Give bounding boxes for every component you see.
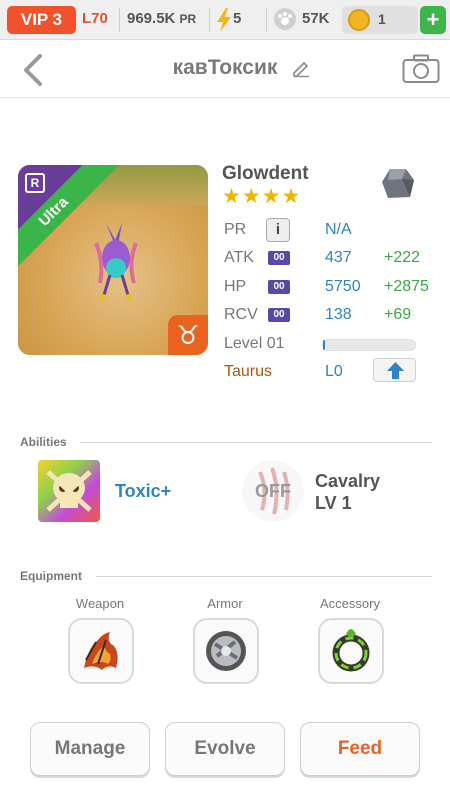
pencil-icon[interactable] bbox=[291, 58, 311, 78]
green-ring-icon bbox=[332, 629, 370, 672]
fire-claw-icon bbox=[84, 632, 118, 670]
pr-value: N/A bbox=[325, 221, 352, 238]
add-coins-button[interactable]: + bbox=[420, 6, 446, 34]
up-arrow-icon bbox=[387, 362, 404, 379]
abilities-header: Abilities bbox=[20, 435, 67, 449]
equipment-header: Equipment bbox=[20, 569, 82, 583]
rcv-bonus: +69 bbox=[384, 306, 412, 323]
hp-level-badge: 00 bbox=[268, 280, 290, 294]
camera-icon[interactable] bbox=[402, 54, 440, 84]
rank-badge: R bbox=[25, 173, 45, 193]
lightning-icon bbox=[217, 8, 231, 32]
divider bbox=[266, 8, 267, 32]
xp-progress-bar bbox=[322, 339, 416, 351]
pr-value: 969.5K bbox=[127, 10, 176, 27]
manage-button[interactable]: Manage bbox=[30, 722, 150, 776]
resource-bar: VIP 3 L70 969.5K PR 5 57K 1 + bbox=[0, 0, 450, 40]
monster-name: Glowdent bbox=[222, 163, 309, 184]
energy-count: 5 bbox=[233, 10, 242, 27]
paw-icon bbox=[274, 8, 296, 30]
divider bbox=[209, 8, 210, 32]
divider bbox=[119, 8, 120, 32]
ability-name[interactable]: Toxic+ bbox=[115, 481, 171, 502]
hp-bonus: +2875 bbox=[384, 278, 429, 295]
atk-level-badge: 00 bbox=[268, 251, 290, 265]
zodiac-name: Taurus bbox=[224, 363, 273, 380]
player-level: L70 bbox=[82, 10, 108, 27]
section-divider bbox=[96, 576, 432, 577]
cavalry-info: Cavalry LV 1 bbox=[315, 470, 380, 514]
element-stone-icon[interactable] bbox=[380, 166, 416, 202]
cavalry-name: Cavalry bbox=[315, 471, 381, 491]
atk-value: 437 bbox=[325, 249, 352, 266]
info-icon[interactable]: i bbox=[266, 218, 290, 242]
coin-counter: 1 bbox=[342, 6, 418, 34]
rcv-level-badge: 00 bbox=[268, 308, 290, 322]
cavalry-level: LV 1 bbox=[315, 493, 352, 513]
pr-unit: PR bbox=[179, 12, 197, 26]
coin-icon bbox=[348, 9, 370, 31]
star-rating: ★★★★ bbox=[222, 185, 302, 208]
monster-sprite bbox=[94, 223, 138, 300]
hp-label: HP bbox=[224, 278, 247, 295]
rcv-value: 138 bbox=[325, 306, 352, 323]
atk-label: ATK bbox=[224, 249, 254, 266]
page-title: кавТоксик bbox=[172, 56, 278, 79]
atk-bonus: +222 bbox=[384, 249, 421, 266]
armor-slot[interactable] bbox=[193, 618, 259, 684]
zodiac-upgrade-button[interactable] bbox=[373, 358, 416, 382]
monster-detail-screen: VIP 3 L70 969.5K PR 5 57K 1 + кавТоксик bbox=[0, 0, 450, 800]
header: кавТоксик bbox=[0, 40, 450, 98]
xp-progress-fill bbox=[323, 340, 325, 350]
rcv-label: RCV bbox=[224, 306, 258, 323]
accessory-label: Accessory bbox=[320, 596, 380, 611]
monster-portrait[interactable]: Ultra R ♉ bbox=[18, 165, 208, 355]
level-label: Level 01 bbox=[224, 335, 285, 352]
pet-count: 57K bbox=[302, 10, 330, 27]
zodiac-level: L0 bbox=[325, 363, 343, 380]
shield-icon bbox=[206, 631, 246, 671]
armor-label: Armor bbox=[207, 596, 243, 611]
evolve-button[interactable]: Evolve bbox=[165, 722, 285, 776]
weapon-slot[interactable] bbox=[68, 618, 134, 684]
section-divider bbox=[80, 442, 432, 443]
taurus-icon: ♉ bbox=[168, 315, 208, 355]
accessory-slot[interactable] bbox=[318, 618, 384, 684]
vip-badge[interactable]: VIP 3 bbox=[7, 6, 76, 34]
player-pr: 969.5K PR bbox=[127, 10, 196, 27]
feed-button[interactable]: Feed bbox=[300, 722, 420, 776]
hp-value: 5750 bbox=[325, 278, 361, 295]
pr-label: PR bbox=[224, 221, 247, 238]
coin-count: 1 bbox=[378, 11, 386, 27]
cavalry-off-label: OFF bbox=[255, 481, 291, 501]
toxic-skull-icon[interactable] bbox=[38, 460, 100, 522]
weapon-label: Weapon bbox=[75, 596, 125, 611]
